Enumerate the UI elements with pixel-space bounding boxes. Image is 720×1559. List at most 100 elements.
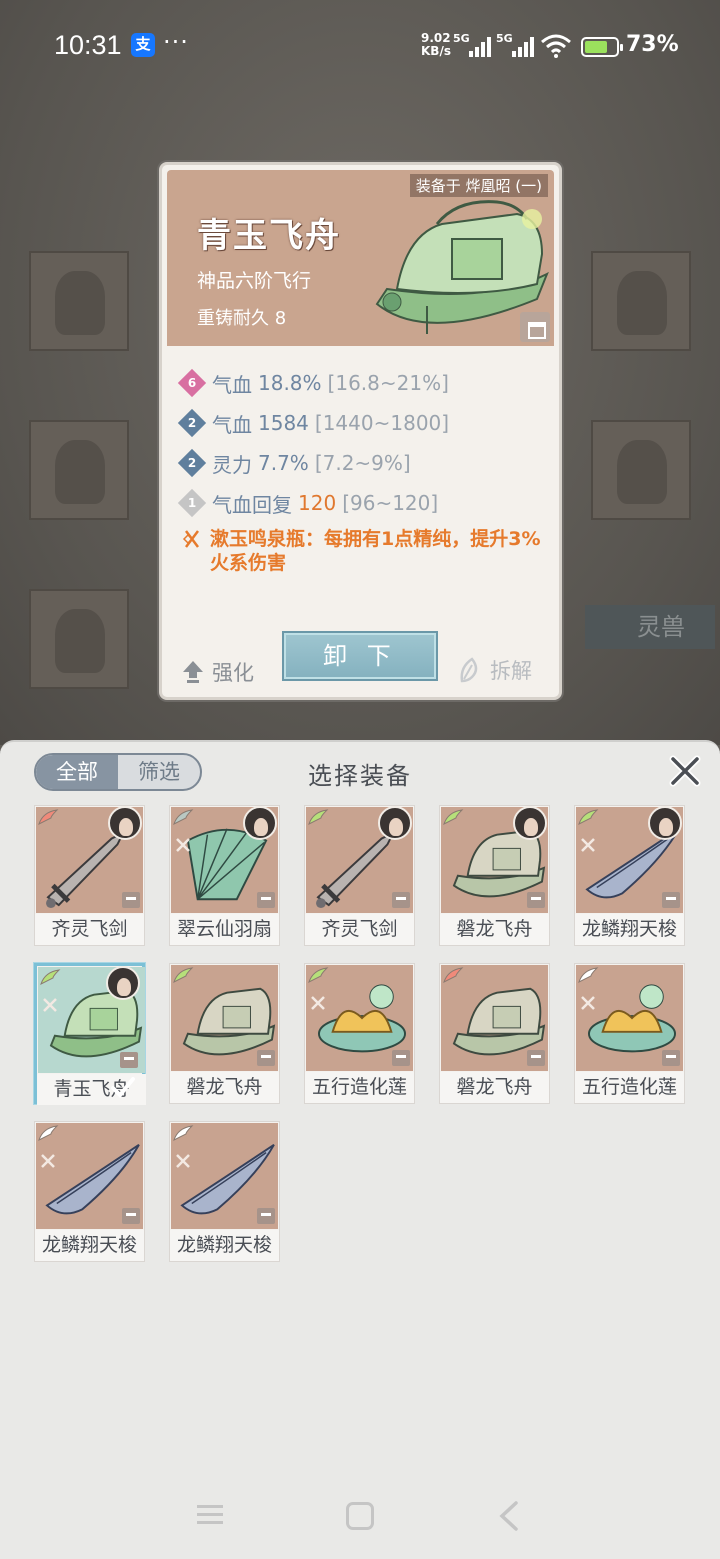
equipment-name: 五行造化莲 [575,1072,684,1103]
stat-value: 1584 [258,411,309,435]
equipment-tile[interactable]: 五行造化莲 [304,963,415,1104]
equipment-tile[interactable]: 龙鳞翔天梭 [169,1121,280,1262]
stat-range: [16.8~21%] [327,371,449,395]
special-effect-text: 漱玉鸣泉瓶：每拥有1点精纯，提升3%火系伤害 [210,528,541,574]
equipment-tile[interactable]: 翠云仙羽扇 [169,805,280,946]
stat-name: 气血 [212,412,252,437]
stat-level-number: 2 [187,416,197,430]
bg-equip-slot [591,420,691,520]
owner-avatar [106,966,140,1000]
dismantle-button[interactable]: 拆解 [458,655,532,685]
stat-name: 气血 [212,372,252,397]
owner-avatar [378,806,412,840]
rarity-wing-icon [578,967,599,983]
equipment-tile[interactable]: 齐灵飞剑 [34,805,145,946]
stat-value: 18.8% [258,371,322,395]
back-icon[interactable] [498,1501,520,1531]
lock-icon[interactable] [520,312,550,342]
special-effect: 漱玉鸣泉瓶：每拥有1点精纯，提升3%火系伤害 [180,527,550,575]
menu-icon[interactable] [197,1503,223,1527]
alipay-icon: 支 [131,33,155,57]
lock-icon [392,892,410,908]
equipment-name: 磐龙飞舟 [170,1072,279,1103]
lock-icon [392,1050,410,1066]
rarity-wing-icon [38,809,59,825]
stat-list: 6 气血 18.8% [16.8~21%] 2 气血 1584 [1440~18… [177,363,550,523]
owner-avatar [513,806,547,840]
owner-avatar [648,806,682,840]
lock-icon [257,1050,275,1066]
stat-level-icon: 2 [177,448,207,478]
item-name: 青玉飞舟 [197,216,341,256]
stat-level-icon: 2 [177,408,207,438]
equipment-detail-card: 装备于 烨凰昭 (一) 青玉飞舟 神品六阶飞行 重铸耐久 8 6 气血 18.8… [159,162,562,700]
upgrade-arrow-icon [183,661,203,683]
card-actions: 强化 卸 下 拆解 [162,631,559,691]
equipment-name: 齐灵飞剑 [305,914,414,945]
stat-level-number: 6 [187,376,197,390]
home-icon[interactable] [346,1502,374,1530]
equipment-tile[interactable]: 青玉飞舟 [34,963,146,1105]
sim1-network-type: 5G [453,32,470,45]
rarity-wing-icon [443,809,464,825]
equipment-name: 磐龙飞舟 [440,914,549,945]
owner-avatar [108,806,142,840]
set-effect-icon [581,838,595,852]
enhance-label: 强化 [212,661,254,685]
enhance-button[interactable]: 强化 [182,657,254,687]
owner-avatar [243,806,277,840]
bg-equip-slot [29,420,129,520]
lock-icon [257,892,275,908]
battery-icon [581,37,623,57]
stat-range: [96~120] [342,491,439,515]
equipment-tile[interactable]: 五行造化莲 [574,963,685,1104]
clock: 10:31 [54,30,122,60]
stat-name: 灵力 [212,452,252,477]
equipment-name: 龙鳞翔天梭 [170,1230,279,1261]
stat-row: 6 气血 18.8% [16.8~21%] [177,363,550,403]
set-effect-icon [176,1154,190,1168]
set-effect-icon [176,838,190,852]
item-header: 装备于 烨凰昭 (一) 青玉飞舟 神品六阶飞行 重铸耐久 8 [167,170,554,346]
stat-level-icon: 1 [177,488,207,518]
stat-value: 120 [298,491,337,515]
spirit-beast-tab: 灵兽 [585,605,715,649]
equipment-tile[interactable]: 齐灵飞剑 [304,805,415,946]
signal-icon: 5G [496,32,536,57]
sim2-network-type: 5G [496,32,513,45]
equipment-tile[interactable]: 磐龙飞舟 [169,963,280,1104]
equipment-tile[interactable]: 磐龙飞舟 [439,805,550,946]
equipment-name: 翠云仙羽扇 [170,914,279,945]
equipment-name: 五行造化莲 [305,1072,414,1103]
set-effect-icon [41,1154,55,1168]
lock-icon [120,1052,138,1068]
rarity-wing-icon [308,809,329,825]
close-icon[interactable] [668,754,702,788]
rarity-wing-icon [443,967,464,983]
rarity-wing-icon [173,1125,194,1141]
select-equipment-sheet: 全部 筛选 选择装备 齐灵飞剑 翠云仙羽扇 齐灵飞剑 磐龙飞舟 龙鳞翔天梭 青玉飞舟 磐龙飞… [0,740,720,1559]
equipment-tile[interactable]: 龙鳞翔天梭 [34,1121,145,1262]
equipment-name: 磐龙飞舟 [440,1072,549,1103]
equipment-name: 齐灵飞剑 [35,914,144,945]
equipment-name: 龙鳞翔天梭 [575,914,684,945]
sheet-title: 选择装备 [308,762,412,790]
set-effect-icon [182,530,199,548]
stat-range: [7.2~9%] [314,451,411,475]
lock-icon [662,892,680,908]
stat-row: 1 气血回复 120 [96~120] [177,483,550,523]
equipment-tile[interactable]: 磐龙飞舟 [439,963,550,1104]
rarity-wing-icon [38,1125,59,1141]
network-speed-unit: KB/s [421,44,451,58]
lock-icon [257,1208,275,1224]
stat-level-icon: 6 [177,368,207,398]
stat-range: [1440~1800] [314,411,450,435]
rarity-wing-icon [40,969,61,985]
unequip-button[interactable]: 卸 下 [282,631,438,681]
equipment-tile[interactable]: 龙鳞翔天梭 [574,805,685,946]
lock-icon [662,1050,680,1066]
dismantle-leaf-icon [460,657,478,683]
stat-row: 2 灵力 7.7% [7.2~9%] [177,443,550,483]
lock-icon [527,1050,545,1066]
signal-icon: 5G [453,32,493,57]
